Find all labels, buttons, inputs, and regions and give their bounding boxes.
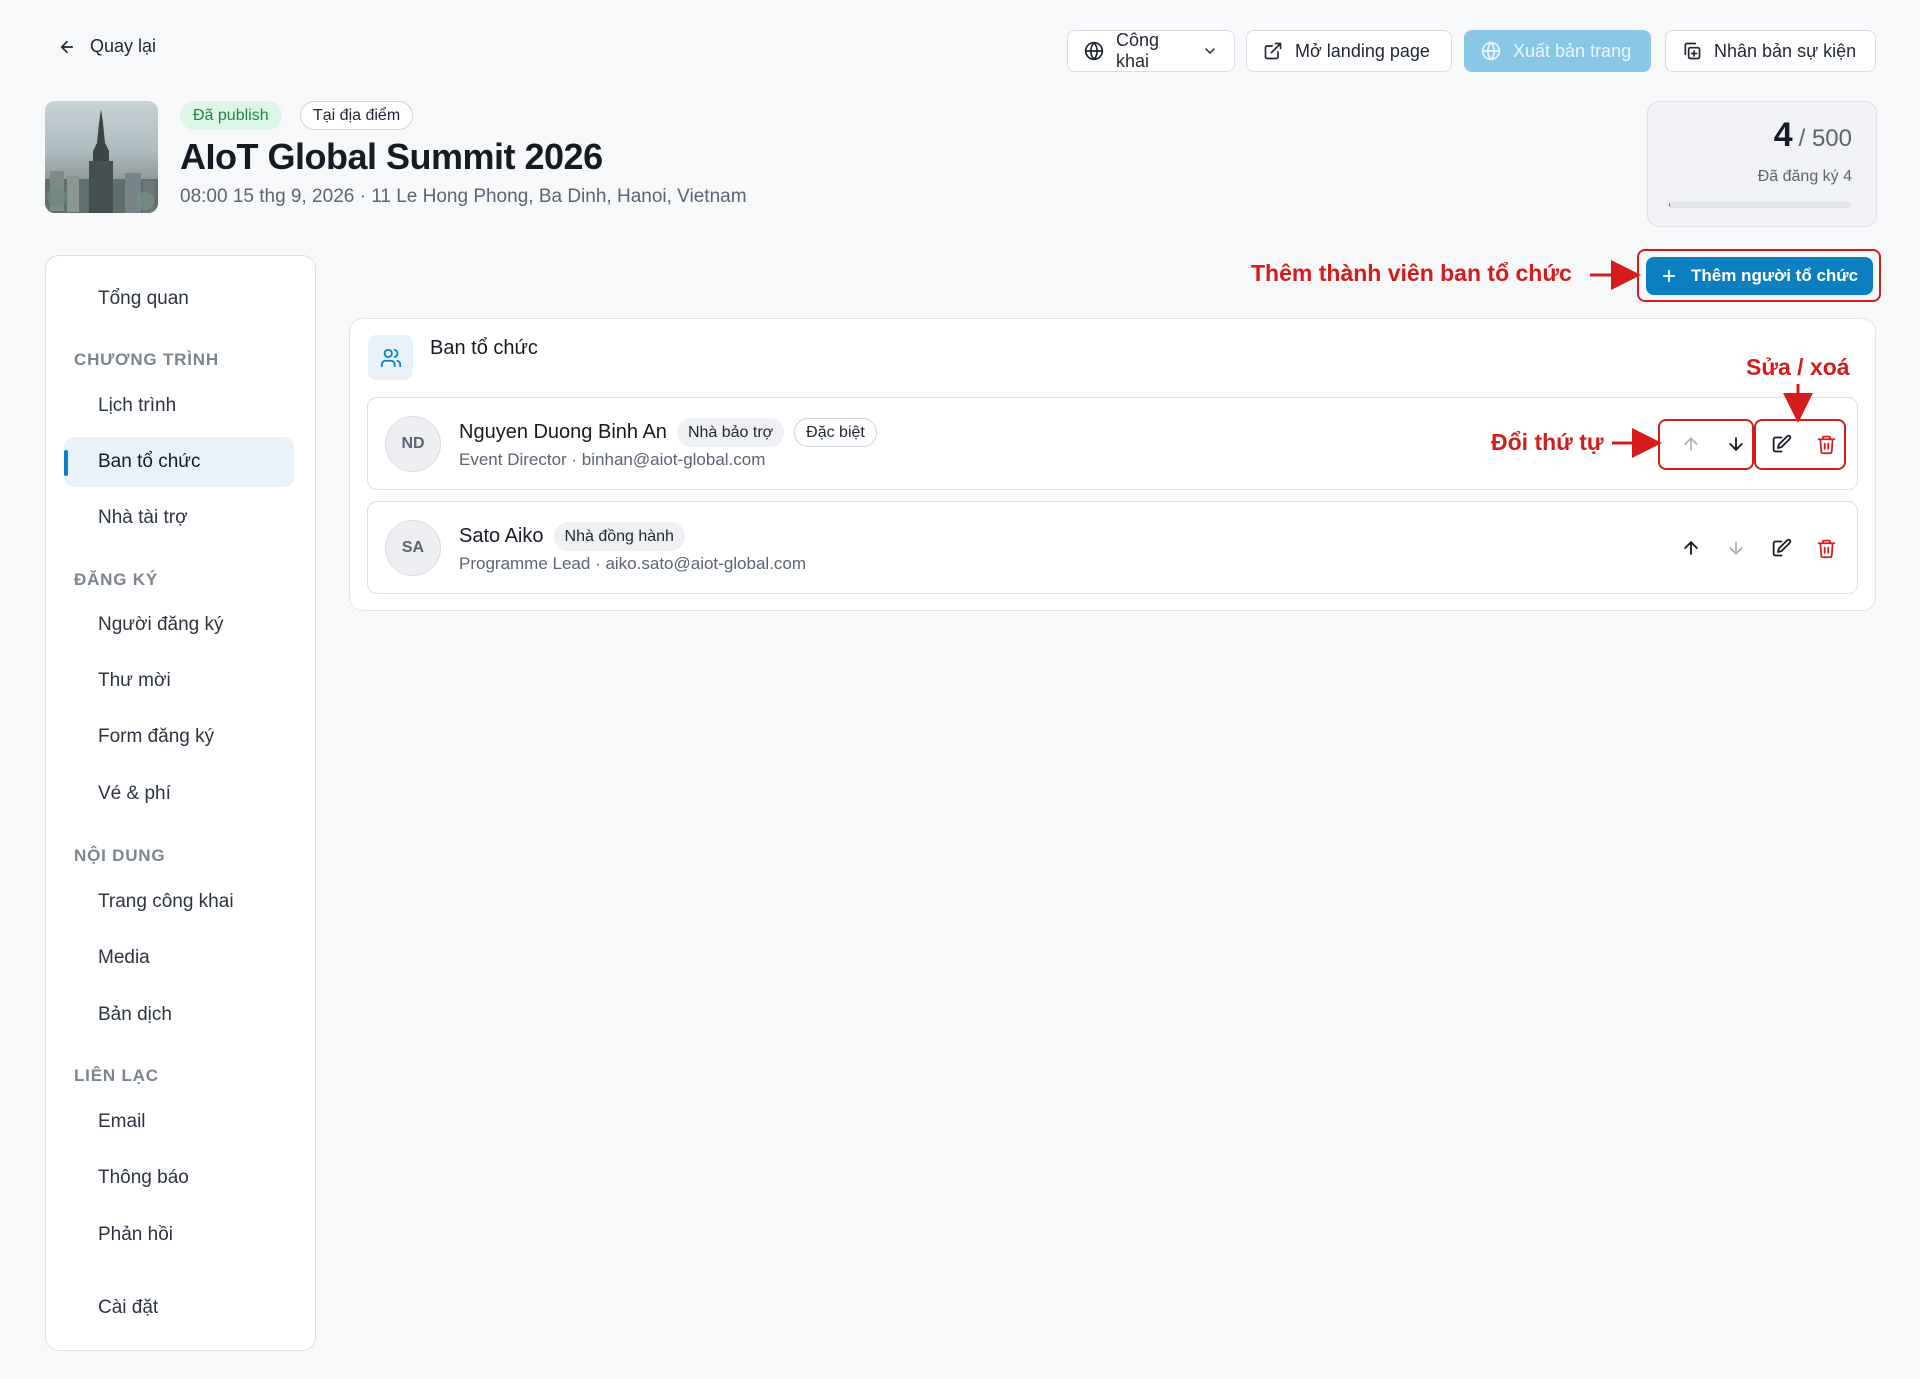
annotation-arrows — [1590, 260, 1813, 458]
